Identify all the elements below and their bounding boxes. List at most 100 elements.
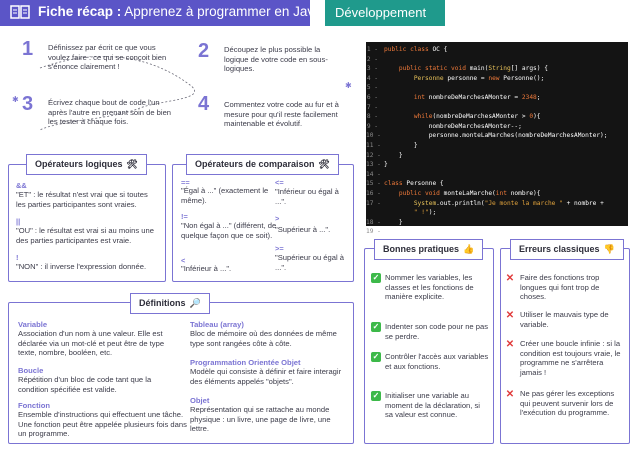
step-text: Écrivez chaque bout de code l'un après l…: [48, 98, 172, 127]
step-text: Définissez par écrit ce que vous voulez …: [48, 43, 167, 72]
header-bar: Fiche récap : Apprenez à programmer en J…: [0, 0, 322, 26]
line-number: 15 -: [366, 180, 381, 188]
definition-text: Représentation qui se rattache au monde …: [190, 405, 331, 434]
code-line: 11 - }: [366, 141, 628, 151]
line-number: 1 -: [366, 46, 378, 53]
line-number: 7 -: [366, 103, 378, 111]
definition-term: Fonction: [18, 401, 51, 410]
code-text: public void monteLaMarche(int nombre){: [398, 189, 541, 197]
operator-symbol: >=: [275, 244, 284, 253]
operator-description: "OU" : le résultat est vrai si au moins …: [16, 226, 154, 245]
code-line: " !");: [366, 208, 628, 218]
classic-error-item: Créer une boucle infinie : si la conditi…: [520, 339, 621, 377]
code-line: 16 - public void monteLaMarche(int nombr…: [366, 189, 628, 199]
code-text: }: [384, 228, 388, 236]
operator-description: "Non égal à ..." (différent, de quelque …: [181, 221, 277, 240]
operator-description: "Supérieur ou égal à ...".: [275, 253, 344, 272]
definition-text: Association d'un nom à une valeur. Elle …: [18, 329, 165, 358]
operator-symbol: !: [16, 253, 19, 262]
check-icon: ✓: [371, 322, 381, 332]
line-number: 10 -: [366, 132, 381, 140]
operator-symbol: ||: [16, 217, 21, 226]
check-icon: ✓: [371, 273, 381, 283]
operator-description: "NON" : il inverse l'expression donnée.: [16, 262, 147, 271]
code-text: System.out.println("Je monte la marche "…: [413, 199, 604, 207]
good-practice-item: Initialiser une variable au moment de la…: [385, 391, 480, 420]
classic-error-item: Faire des fonctions trop longues qui fon…: [520, 273, 600, 302]
operator-description: "Égal à ..." (exactement le même).: [181, 186, 269, 205]
code-line: 15 - class Personne {: [366, 179, 628, 189]
definition-term: Boucle: [18, 366, 44, 375]
code-text: personne.monteLaMarches(nombreDeMarchesA…: [428, 132, 608, 140]
code-line: 12 - }: [366, 151, 628, 161]
logic-operators-title: Opérateurs logiques 🛠: [26, 154, 147, 175]
operator-symbol: !=: [181, 212, 188, 221]
definition-term: Tableau (array): [190, 320, 244, 329]
line-number: 6 -: [366, 93, 378, 101]
category-tag: Développement: [325, 0, 445, 26]
line-number: 4 -: [366, 74, 378, 82]
line-number: 19 -: [366, 228, 381, 236]
line-number: 18 -: [366, 218, 381, 226]
code-line: 9 - nombreDeMarchesAMonter--;: [366, 122, 628, 132]
code-line: 5 -: [366, 83, 628, 93]
code-line: 3 - public static void main(String[] arg…: [366, 64, 628, 74]
code-line: 13 -}: [366, 160, 628, 170]
magnifier-icon: 🔎: [189, 298, 201, 308]
step-text: Commentez votre code au fur et à mesure …: [224, 100, 339, 129]
definition-text: Ensemble d'instructions qui effectuent u…: [18, 410, 187, 439]
code-line: 4 - Personne personne = new Personne();: [366, 74, 628, 84]
operator-description: "Supérieur à ...".: [275, 225, 331, 234]
check-icon: ✓: [371, 352, 381, 362]
code-line: 6 - int nombreDeMarchesAMonter = 2348;: [366, 93, 628, 103]
line-number: 5 -: [366, 84, 378, 92]
code-text: while(nombreDeMarchesAMonter > 0){: [413, 113, 541, 121]
line-number: 14 -: [366, 170, 381, 178]
cross-icon: ✕: [505, 339, 515, 350]
code-line: 8 - while(nombreDeMarchesAMonter > 0){: [366, 112, 628, 122]
definition-text: Répétition d'un bloc de code tant que la…: [18, 375, 152, 394]
operator-description: "Inférieur à ...".: [181, 264, 232, 273]
good-practice-item: Contrôler l'accès aux variables et aux f…: [385, 352, 489, 371]
operator-symbol: &&: [16, 181, 27, 190]
sparkle-icon: ✱: [12, 95, 19, 104]
code-block: 1 - public class OC {2 -3 - public static…: [366, 42, 628, 235]
line-number: 11 -: [366, 141, 381, 149]
code-text: }: [398, 218, 403, 226]
good-practice-item: Indenter son code pour ne pas se perdre.: [385, 322, 489, 341]
code-line: 18 - }: [366, 218, 628, 228]
cross-icon: ✕: [505, 389, 515, 400]
code-text: " !");: [413, 209, 437, 217]
sparkle-icon: ✱: [345, 81, 352, 90]
code-text: public static void main(String[] args) {: [398, 65, 548, 73]
definitions-title: Définitions 🔎: [130, 293, 210, 314]
step-text: Découpez le plus possible la logique de …: [224, 45, 328, 74]
code-line: 7 -: [366, 103, 628, 113]
step-number: 3: [22, 93, 34, 115]
operator-description: "ET" : le résultat n'est vrai que si tou…: [16, 190, 148, 209]
cross-icon: ✕: [505, 310, 515, 321]
code-line: 14 -: [366, 170, 628, 180]
code-text: }: [384, 161, 388, 169]
line-number: 17 -: [366, 199, 381, 207]
line-number: 2 -: [366, 55, 378, 63]
code-text: Personne personne = new Personne();: [413, 74, 545, 82]
operator-description: "Inférieur ou égal à ...".: [275, 187, 339, 206]
line-number: 3 -: [366, 65, 378, 73]
code-line: 19 -}: [366, 227, 628, 237]
definition-term: Variable: [18, 320, 48, 329]
thumbs-up-icon: 👍: [463, 244, 475, 254]
tools-icon: 🛠: [318, 159, 330, 169]
comparison-operators-title: Opérateurs de comparaison 🛠: [186, 154, 339, 175]
code-text: public class OC {: [384, 46, 448, 53]
step-number: 1: [22, 38, 34, 60]
definition-term: Objet: [190, 396, 210, 405]
classic-errors-title: Erreurs classiques 👎: [510, 239, 624, 260]
book-icon: [10, 5, 30, 19]
code-text: int nombreDeMarchesAMonter = 2348;: [413, 93, 541, 101]
tools-icon: 🛠: [126, 159, 138, 169]
step-number: 2: [198, 40, 210, 62]
thumbs-down-icon: 👎: [603, 244, 615, 254]
check-icon: ✓: [371, 391, 381, 401]
good-practice-item: Nommer les variables, les classes et les…: [385, 273, 474, 302]
